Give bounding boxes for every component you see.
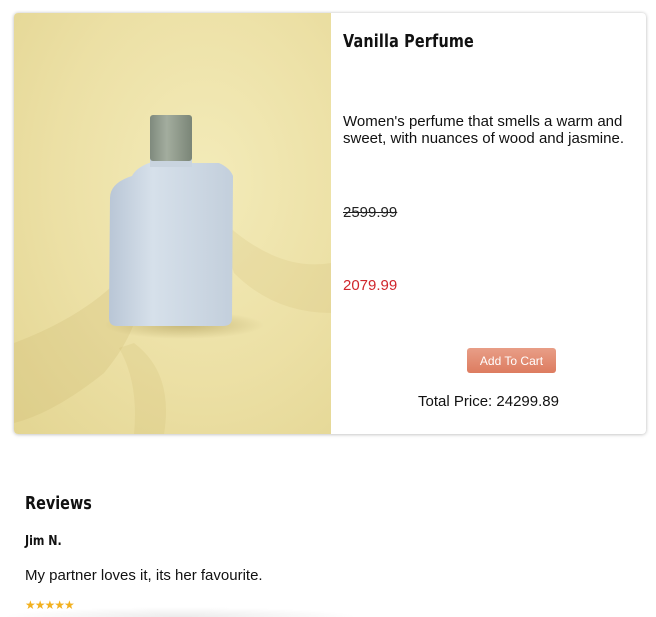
review-text: My partner loves it, its her favourite.	[25, 567, 263, 584]
original-price: 2599.99	[343, 204, 398, 221]
sale-price: 2079.99	[343, 277, 398, 294]
add-to-cart-button[interactable]: Add To Cart	[467, 348, 556, 373]
product-image	[14, 13, 331, 434]
perfume-bottle-illustration	[14, 115, 331, 434]
product-info: Vanilla Perfume Women's perfume that sme…	[331, 13, 646, 434]
reviews-heading: Reviews	[25, 493, 92, 514]
review-author: Jim N.	[25, 534, 62, 549]
product-description: Women's perfume that smells a warm and s…	[343, 113, 624, 147]
total-price: Total Price: 24299.89	[418, 393, 559, 410]
product-title: Vanilla Perfume	[343, 31, 474, 52]
bottom-shadow	[0, 607, 360, 617]
product-card: Vanilla Perfume Women's perfume that sme…	[14, 13, 646, 434]
